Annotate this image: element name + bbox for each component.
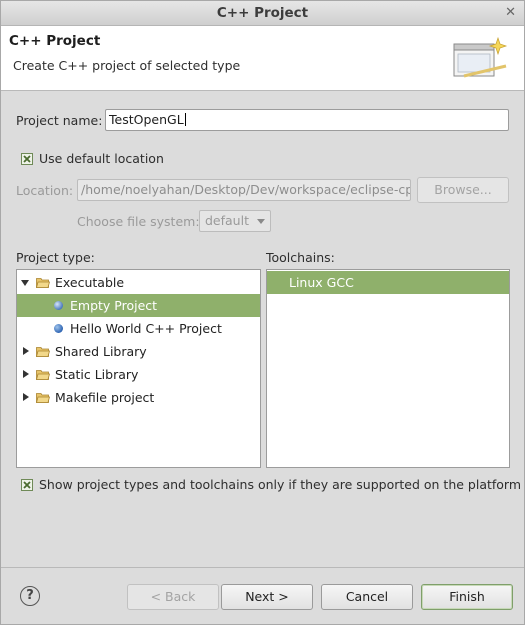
project-template-icon <box>54 324 63 333</box>
project-name-value: TestOpenGL <box>109 112 184 127</box>
tree-item-static-library[interactable]: Static Library <box>17 363 260 386</box>
show-supported-label: Show project types and toolchains only i… <box>39 477 522 492</box>
project-name-label: Project name: <box>16 113 103 128</box>
toolchain-item-linux-gcc[interactable]: Linux GCC <box>267 271 509 294</box>
wizard-header: C++ Project Create C++ project of select… <box>1 26 524 91</box>
project-name-input[interactable]: TestOpenGL <box>105 109 509 131</box>
finish-button[interactable]: Finish <box>421 584 513 610</box>
project-type-label: Project type: <box>16 250 95 265</box>
tree-item-shared-library[interactable]: Shared Library <box>17 340 260 363</box>
tree-item-label: Makefile project <box>55 390 155 405</box>
project-template-icon <box>54 301 63 310</box>
folder-icon <box>36 393 50 403</box>
toolchains-label: Toolchains: <box>266 250 335 265</box>
use-default-location-label: Use default location <box>39 151 164 166</box>
tree-item-label: Shared Library <box>55 344 147 359</box>
tree-item-label: Static Library <box>55 367 139 382</box>
chevron-down-icon <box>257 219 265 224</box>
window-title: C++ Project <box>216 5 309 21</box>
page-description: Create C++ project of selected type <box>13 58 241 73</box>
location-label: Location: <box>16 183 74 198</box>
tree-item-executable[interactable]: Executable <box>17 271 260 294</box>
file-system-label: Choose file system: <box>77 214 200 229</box>
tree-item-hello-world[interactable]: Hello World C++ Project <box>17 317 260 340</box>
folder-icon <box>36 370 50 380</box>
toolchain-item-label: Linux GCC <box>289 275 354 290</box>
cancel-button[interactable]: Cancel <box>321 584 413 610</box>
dialog-window: C++ Project ✕ C++ Project Create C++ pro… <box>0 0 525 625</box>
checkmark-icon <box>23 155 31 163</box>
expand-arrow-icon[interactable] <box>23 347 29 355</box>
expand-arrow-icon[interactable] <box>23 393 29 401</box>
tree-item-label: Executable <box>55 275 125 290</box>
expand-arrow-icon[interactable] <box>21 280 29 286</box>
next-button[interactable]: Next > <box>221 584 313 610</box>
text-caret <box>184 113 186 126</box>
file-system-select[interactable]: default <box>199 210 271 232</box>
help-icon[interactable]: ? <box>20 586 40 606</box>
button-bar-divider <box>1 567 524 568</box>
tree-item-label: Empty Project <box>70 298 158 313</box>
wizard-banner-icon <box>453 36 508 78</box>
folder-open-icon <box>36 278 50 288</box>
folder-icon <box>36 347 50 357</box>
page-title: C++ Project <box>9 33 101 49</box>
project-type-tree[interactable]: Executable Empty Project Hello World C++… <box>16 269 261 468</box>
toolchains-list[interactable]: Linux GCC <box>266 269 510 468</box>
file-system-value: default <box>205 213 249 228</box>
location-input[interactable]: /home/noelyahan/Desktop/Dev/workspace/ec… <box>77 179 411 201</box>
show-supported-checkbox[interactable] <box>21 479 33 491</box>
use-default-location-checkbox[interactable] <box>21 153 33 165</box>
browse-button[interactable]: Browse... <box>417 177 509 203</box>
expand-arrow-icon[interactable] <box>23 370 29 378</box>
back-button[interactable]: < Back <box>127 584 219 610</box>
tree-item-makefile-project[interactable]: Makefile project <box>17 386 260 409</box>
tree-item-label: Hello World C++ Project <box>70 321 222 336</box>
checkmark-icon <box>23 481 31 489</box>
close-icon[interactable]: ✕ <box>505 1 516 25</box>
tree-item-empty-project[interactable]: Empty Project <box>17 294 260 317</box>
title-bar: C++ Project ✕ <box>1 1 524 26</box>
